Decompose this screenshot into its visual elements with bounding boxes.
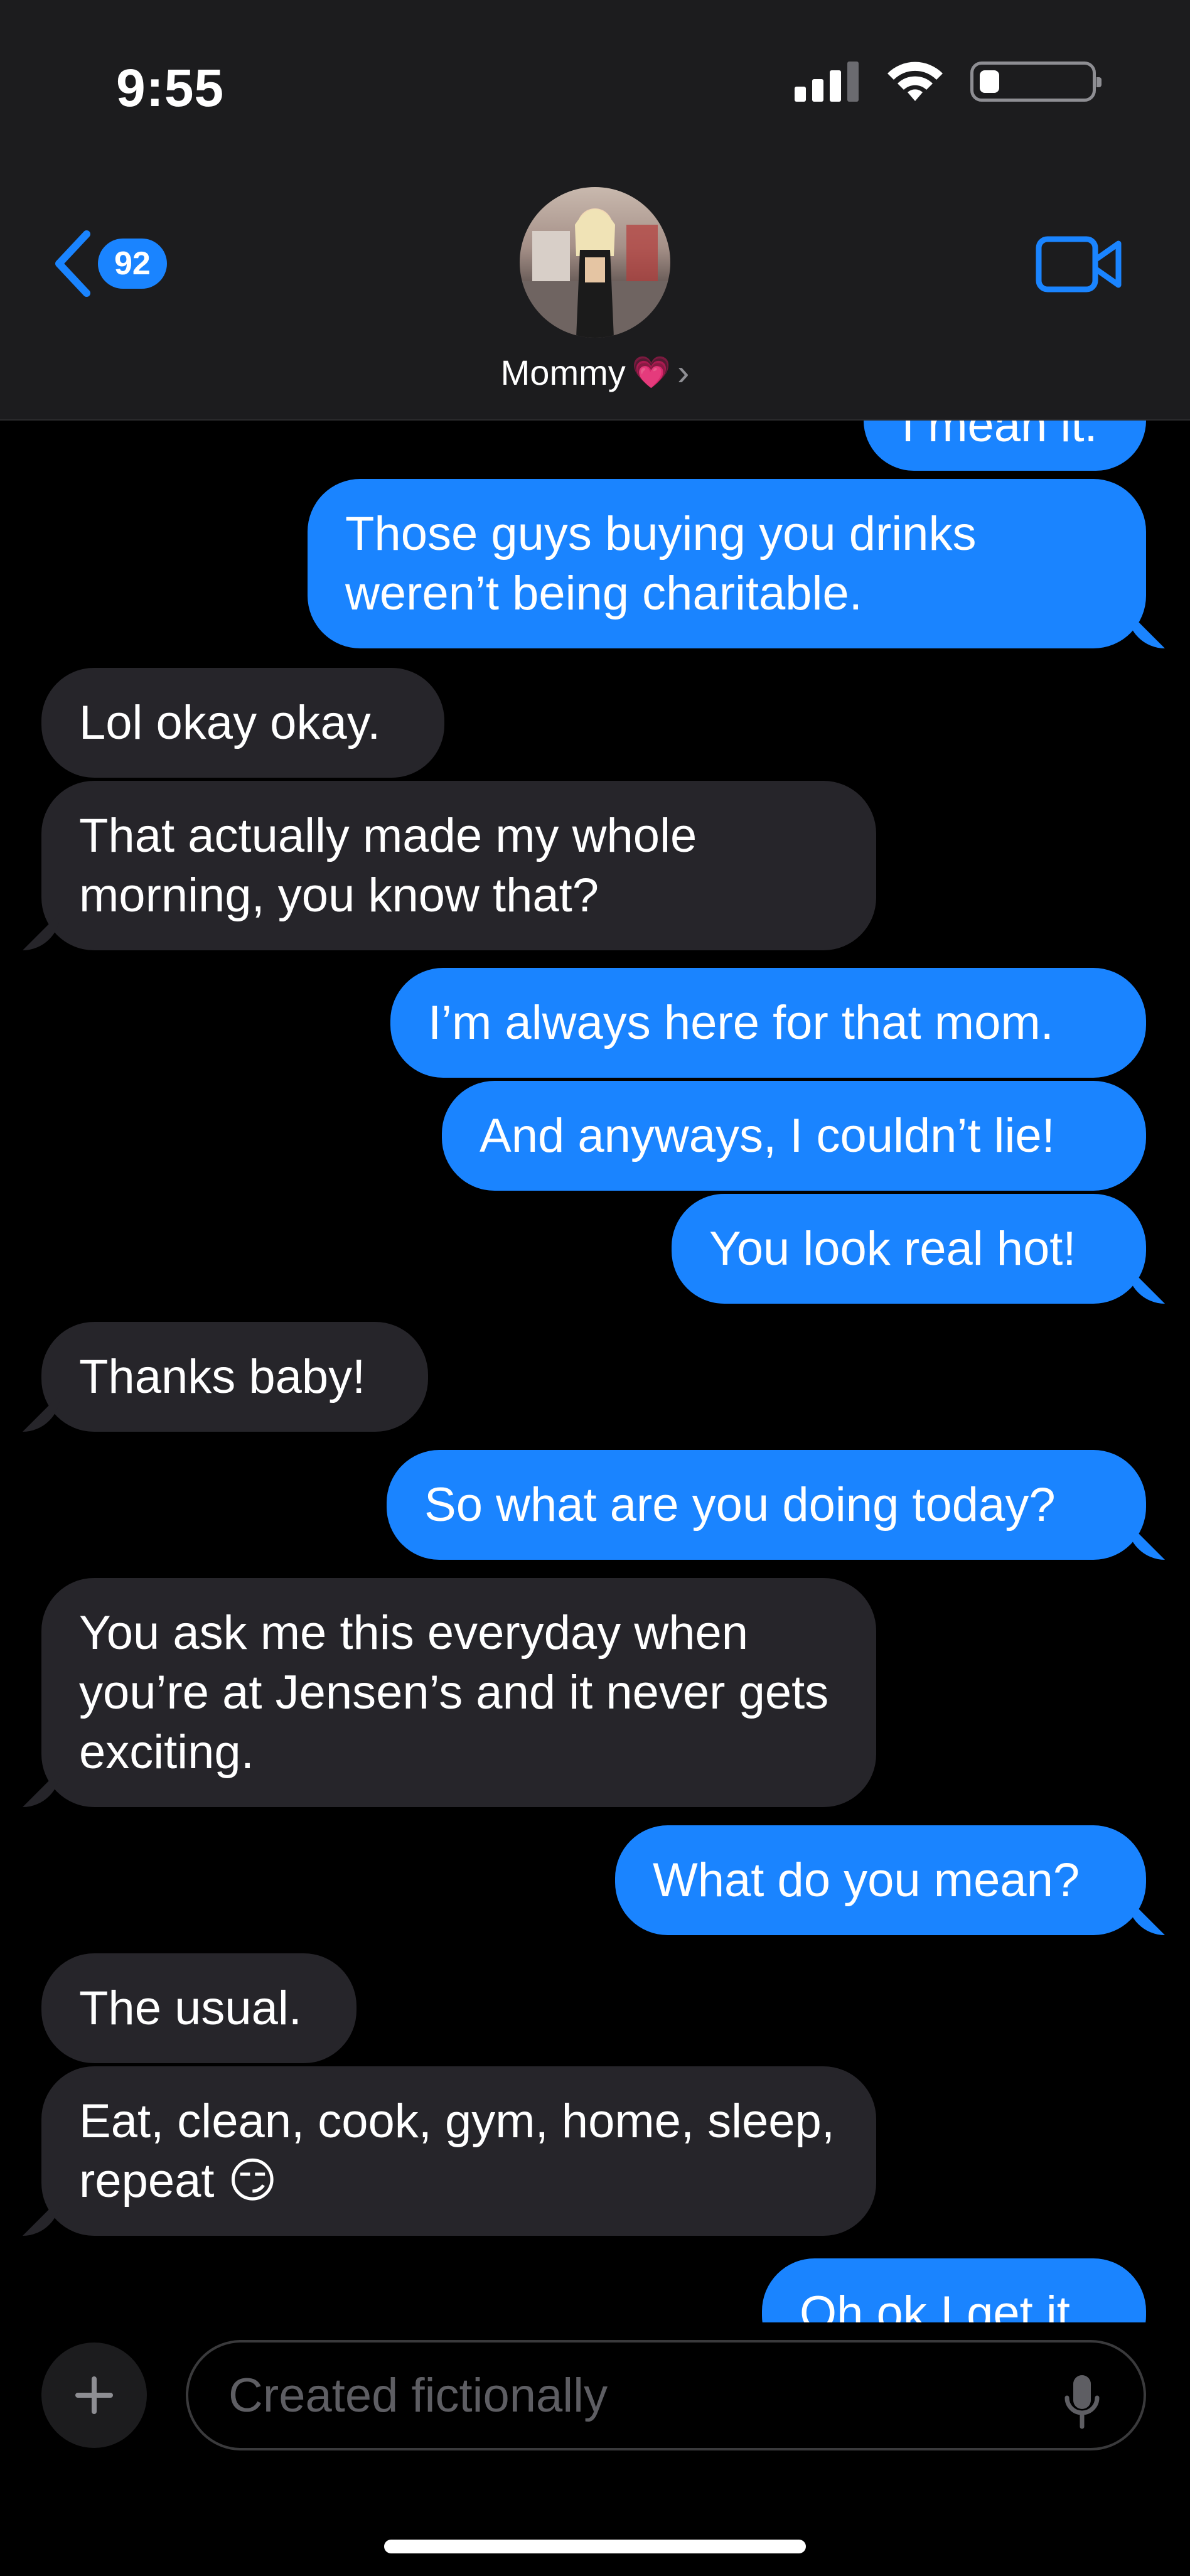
status-icons	[795, 62, 1102, 102]
message-thread[interactable]: I mean it. Those guys buying you drinks …	[0, 421, 1190, 2322]
message-bubble-outgoing[interactable]: So what are you doing today?	[387, 1450, 1146, 1560]
contact-avatar[interactable]	[520, 187, 670, 338]
message-text: I mean it.	[901, 421, 1098, 452]
message-bubble-incoming[interactable]: That actually made my whole morning, you…	[41, 781, 876, 950]
plus-icon	[75, 2376, 113, 2414]
back-button[interactable]: 92	[50, 229, 167, 298]
video-camera-icon	[1036, 236, 1122, 292]
add-attachment-button[interactable]	[41, 2343, 147, 2448]
message-bubble-incoming[interactable]: Lol okay okay.	[41, 668, 444, 778]
message-bubble-incoming[interactable]: Eat, clean, cook, gym, home, sleep, repe…	[41, 2066, 876, 2236]
message-bubble-outgoing[interactable]: What do you mean?	[615, 1825, 1146, 1935]
message-text: That actually made my whole morning, you…	[79, 809, 697, 922]
home-indicator[interactable]	[384, 2540, 806, 2553]
dictation-button[interactable]	[1062, 2373, 1102, 2436]
message-text: You look real hot!	[709, 1222, 1076, 1275]
message-text: And anyways, I couldn’t lie!	[480, 1109, 1055, 1162]
battery-level	[980, 70, 999, 93]
message-text: I’m always here for that mom.	[428, 996, 1054, 1049]
message-bubble-outgoing[interactable]: I’m always here for that mom.	[390, 968, 1146, 1078]
message-text: Those guys buying you drinks weren’t bei…	[345, 507, 977, 620]
message-text: Eat, clean, cook, gym, home, sleep, repe…	[79, 2095, 835, 2208]
conversation-header: 9:55 92 Mommy 💗 ›	[0, 0, 1190, 421]
message-bubble-outgoing[interactable]: Those guys buying you drinks weren’t bei…	[308, 479, 1146, 648]
status-time: 9:55	[116, 58, 225, 117]
contact-name: Mommy	[500, 353, 626, 392]
facetime-video-button[interactable]	[1036, 236, 1122, 296]
chevron-left-icon	[55, 230, 90, 297]
message-text: Thanks baby!	[79, 1350, 366, 1403]
chevron-right-icon: ›	[677, 352, 690, 393]
contact-name-button[interactable]: Mommy 💗 ›	[0, 352, 1190, 394]
message-bubble-incoming[interactable]: The usual.	[41, 1953, 356, 2063]
message-bubble-outgoing[interactable]: Oh ok I get it.	[762, 2258, 1146, 2322]
message-bubble-incoming[interactable]: You ask me this everyday when you’re at …	[41, 1578, 876, 1807]
message-input[interactable]: Created fictionally	[186, 2340, 1146, 2450]
message-composer: Created fictionally	[0, 2322, 1190, 2576]
unread-count-badge: 92	[98, 239, 167, 289]
message-text: Oh ok I get it.	[800, 2287, 1083, 2322]
message-bubble-outgoing[interactable]: And anyways, I couldn’t lie!	[442, 1081, 1146, 1191]
message-text: The usual.	[79, 1982, 302, 2035]
message-bubble-incoming[interactable]: Thanks baby!	[41, 1322, 428, 1432]
battery-icon	[970, 62, 1102, 102]
message-text: Lol okay okay.	[79, 696, 381, 749]
message-input-placeholder: Created fictionally	[228, 2368, 608, 2422]
message-bubble-outgoing[interactable]: You look real hot!	[672, 1194, 1146, 1304]
heart-emoji: 💗	[631, 355, 672, 390]
message-text: So what are you doing today?	[424, 1478, 1056, 1532]
message-bubble-outgoing[interactable]: I mean it.	[864, 421, 1146, 471]
message-text: What do you mean?	[653, 1854, 1080, 1907]
microphone-icon	[1064, 2375, 1100, 2429]
wifi-icon	[887, 62, 943, 101]
message-text: You ask me this everyday when you’re at …	[79, 1606, 829, 1779]
cellular-signal-icon	[795, 62, 859, 102]
